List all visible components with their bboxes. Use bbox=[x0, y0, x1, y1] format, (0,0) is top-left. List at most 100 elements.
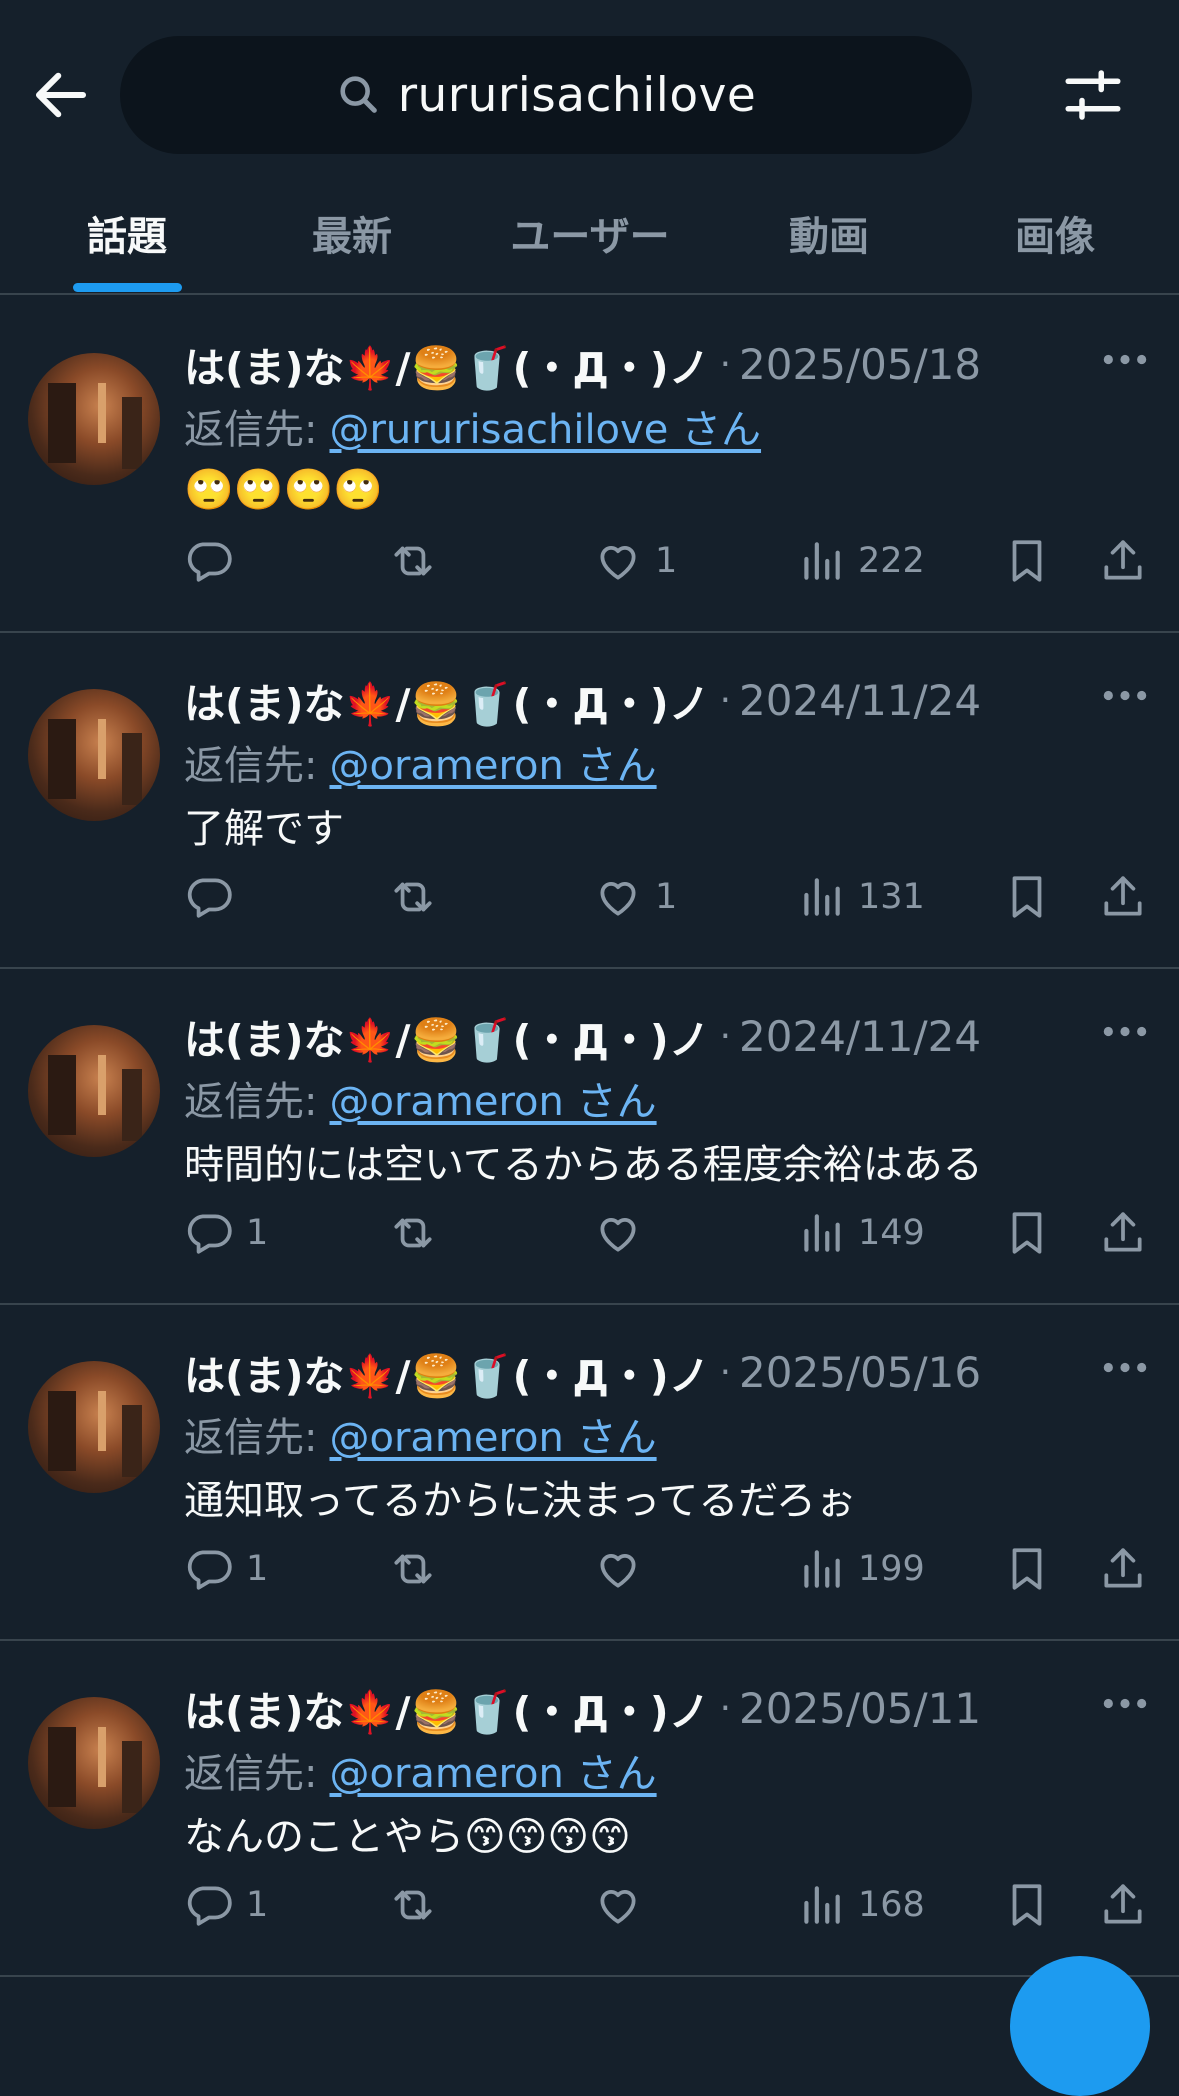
reply-count: 1 bbox=[246, 1549, 269, 1589]
reply-icon bbox=[187, 1886, 232, 1926]
like-count: 1 bbox=[655, 541, 678, 581]
more-options-button[interactable] bbox=[1100, 1355, 1150, 1395]
reply-button[interactable] bbox=[184, 529, 246, 593]
tweet-actions: 1 149 bbox=[0, 1201, 1179, 1265]
display-name[interactable]: は(ま)な🍁/🍔🥤(・Д・)ノ bbox=[184, 334, 710, 394]
tab-images[interactable]: 画像 bbox=[1015, 204, 1095, 264]
tweet-actions: 1 199 bbox=[0, 1537, 1179, 1601]
back-button[interactable] bbox=[28, 62, 94, 128]
retweet-icon bbox=[394, 546, 432, 576]
share-button[interactable] bbox=[1098, 865, 1148, 929]
retweet-button[interactable] bbox=[388, 529, 438, 593]
display-name[interactable]: は(ま)な🍁/🍔🥤(・Д・)ノ bbox=[184, 1006, 710, 1066]
retweet-icon bbox=[394, 882, 432, 912]
tweet-date[interactable]: 2024/11/24 bbox=[739, 676, 981, 725]
tweet[interactable]: は(ま)な🍁/🍔🥤(・Д・)ノ · 2025/05/11 返信先: @orameron … bbox=[0, 1639, 1179, 1977]
like-button[interactable] bbox=[593, 1537, 655, 1601]
share-button[interactable] bbox=[1098, 529, 1148, 593]
tweet-header: は(ま)な🍁/🍔🥤(・Д・)ノ · 2025/05/11 bbox=[184, 1679, 981, 1737]
view-count: 199 bbox=[858, 1549, 925, 1589]
more-options-button[interactable] bbox=[1100, 1691, 1150, 1731]
heart-icon bbox=[600, 1890, 636, 1924]
tweet-date[interactable]: 2025/05/18 bbox=[739, 340, 981, 389]
search-icon bbox=[340, 76, 377, 113]
reply-button[interactable]: 1 bbox=[184, 1537, 268, 1601]
more-options-button[interactable] bbox=[1100, 1019, 1150, 1059]
views-button[interactable]: 168 bbox=[796, 1873, 925, 1937]
tweet-date[interactable]: 2024/11/24 bbox=[739, 1012, 981, 1061]
retweet-button[interactable] bbox=[388, 1537, 438, 1601]
retweet-button[interactable] bbox=[388, 1873, 438, 1937]
like-button[interactable] bbox=[593, 1873, 655, 1937]
tab-latest[interactable]: 最新 bbox=[312, 204, 392, 264]
avatar[interactable] bbox=[28, 1025, 160, 1157]
view-count: 168 bbox=[858, 1885, 925, 1925]
replying-to: 返信先: @orameron さん bbox=[184, 1743, 657, 1797]
tweet-date[interactable]: 2025/05/11 bbox=[739, 1684, 981, 1733]
reply-to-link[interactable]: @orameron さん bbox=[329, 1069, 656, 1127]
tweet-text: 時間的には空いてるからある程度余裕はある bbox=[184, 1142, 983, 1188]
retweet-button[interactable] bbox=[388, 865, 438, 929]
replying-to: 返信先: @orameron さん bbox=[184, 1407, 657, 1461]
heart-icon bbox=[600, 1554, 636, 1588]
reply-to-link[interactable]: @orameron さん bbox=[329, 1741, 656, 1799]
compose-button[interactable] bbox=[1010, 1956, 1150, 2096]
display-name[interactable]: は(ま)な🍁/🍔🥤(・Д・)ノ bbox=[184, 1342, 710, 1402]
bookmark-button[interactable] bbox=[1002, 1537, 1052, 1601]
view-count: 131 bbox=[858, 877, 925, 917]
display-name[interactable]: は(ま)な🍁/🍔🥤(・Д・)ノ bbox=[184, 1678, 710, 1738]
retweet-icon bbox=[394, 1554, 432, 1584]
reply-to-link[interactable]: @orameron さん bbox=[329, 1405, 656, 1463]
like-button[interactable]: 1 bbox=[593, 529, 677, 593]
tweet[interactable]: は(ま)な🍁/🍔🥤(・Д・)ノ · 2025/05/18 返信先: @rururisac… bbox=[0, 295, 1179, 633]
avatar[interactable] bbox=[28, 353, 160, 485]
tab-top[interactable]: 話題 bbox=[87, 204, 167, 264]
share-button[interactable] bbox=[1098, 1873, 1148, 1937]
bookmark-button[interactable] bbox=[1002, 1873, 1052, 1937]
reply-icon bbox=[187, 1550, 232, 1590]
tab-videos[interactable]: 動画 bbox=[789, 204, 869, 264]
header: rururisachilove bbox=[0, 0, 1179, 160]
bar-chart-icon bbox=[804, 1886, 840, 1924]
display-name[interactable]: は(ま)な🍁/🍔🥤(・Д・)ノ bbox=[184, 670, 710, 730]
reply-count: 1 bbox=[246, 1213, 269, 1253]
bookmark-button[interactable] bbox=[1002, 865, 1052, 929]
views-button[interactable]: 149 bbox=[796, 1201, 925, 1265]
tweet-date[interactable]: 2025/05/16 bbox=[739, 1348, 981, 1397]
like-button[interactable]: 1 bbox=[593, 865, 677, 929]
like-button[interactable] bbox=[593, 1201, 655, 1265]
search-input[interactable]: rururisachilove bbox=[120, 36, 972, 154]
views-button[interactable]: 199 bbox=[796, 1537, 925, 1601]
bookmark-button[interactable] bbox=[1002, 1201, 1052, 1265]
more-dots-icon bbox=[1103, 1698, 1147, 1709]
tweet-text: なんのことやら😙😙😙😙 bbox=[184, 1814, 631, 1860]
tweet[interactable]: は(ま)な🍁/🍔🥤(・Д・)ノ · 2024/11/24 返信先: @orameron … bbox=[0, 631, 1179, 969]
search-query: rururisachilove bbox=[397, 67, 757, 123]
separator-dot: · bbox=[719, 1351, 732, 1393]
tab-users[interactable]: ユーザー bbox=[510, 204, 669, 264]
retweet-button[interactable] bbox=[388, 1201, 438, 1265]
reply-to-link[interactable]: @orameron さん bbox=[329, 733, 656, 791]
sliders-icon bbox=[1065, 70, 1121, 120]
more-options-button[interactable] bbox=[1100, 347, 1150, 387]
more-options-button[interactable] bbox=[1100, 683, 1150, 723]
tweet-text: 通知取ってるからに決まってるだろぉ bbox=[184, 1478, 856, 1524]
reply-to-link[interactable]: @rururisachilove さん bbox=[329, 397, 761, 455]
share-button[interactable] bbox=[1098, 1201, 1148, 1265]
tweet-header: は(ま)な🍁/🍔🥤(・Д・)ノ · 2025/05/16 bbox=[184, 1343, 981, 1401]
avatar[interactable] bbox=[28, 689, 160, 821]
views-button[interactable]: 222 bbox=[796, 529, 925, 593]
reply-button[interactable]: 1 bbox=[184, 1873, 268, 1937]
share-button[interactable] bbox=[1098, 1537, 1148, 1601]
avatar[interactable] bbox=[28, 1697, 160, 1829]
reply-button[interactable] bbox=[184, 865, 246, 929]
bookmark-button[interactable] bbox=[1002, 529, 1052, 593]
search-filter-button[interactable] bbox=[1060, 62, 1126, 128]
views-button[interactable]: 131 bbox=[796, 865, 925, 929]
heart-icon bbox=[600, 1218, 636, 1252]
reply-button[interactable]: 1 bbox=[184, 1201, 268, 1265]
tweet[interactable]: は(ま)な🍁/🍔🥤(・Д・)ノ · 2024/11/24 返信先: @orameron … bbox=[0, 967, 1179, 1305]
search-tabs: 話題 最新 ユーザー 動画 画像 bbox=[0, 186, 1179, 295]
avatar[interactable] bbox=[28, 1361, 160, 1493]
tweet[interactable]: は(ま)な🍁/🍔🥤(・Д・)ノ · 2025/05/16 返信先: @orameron … bbox=[0, 1303, 1179, 1641]
